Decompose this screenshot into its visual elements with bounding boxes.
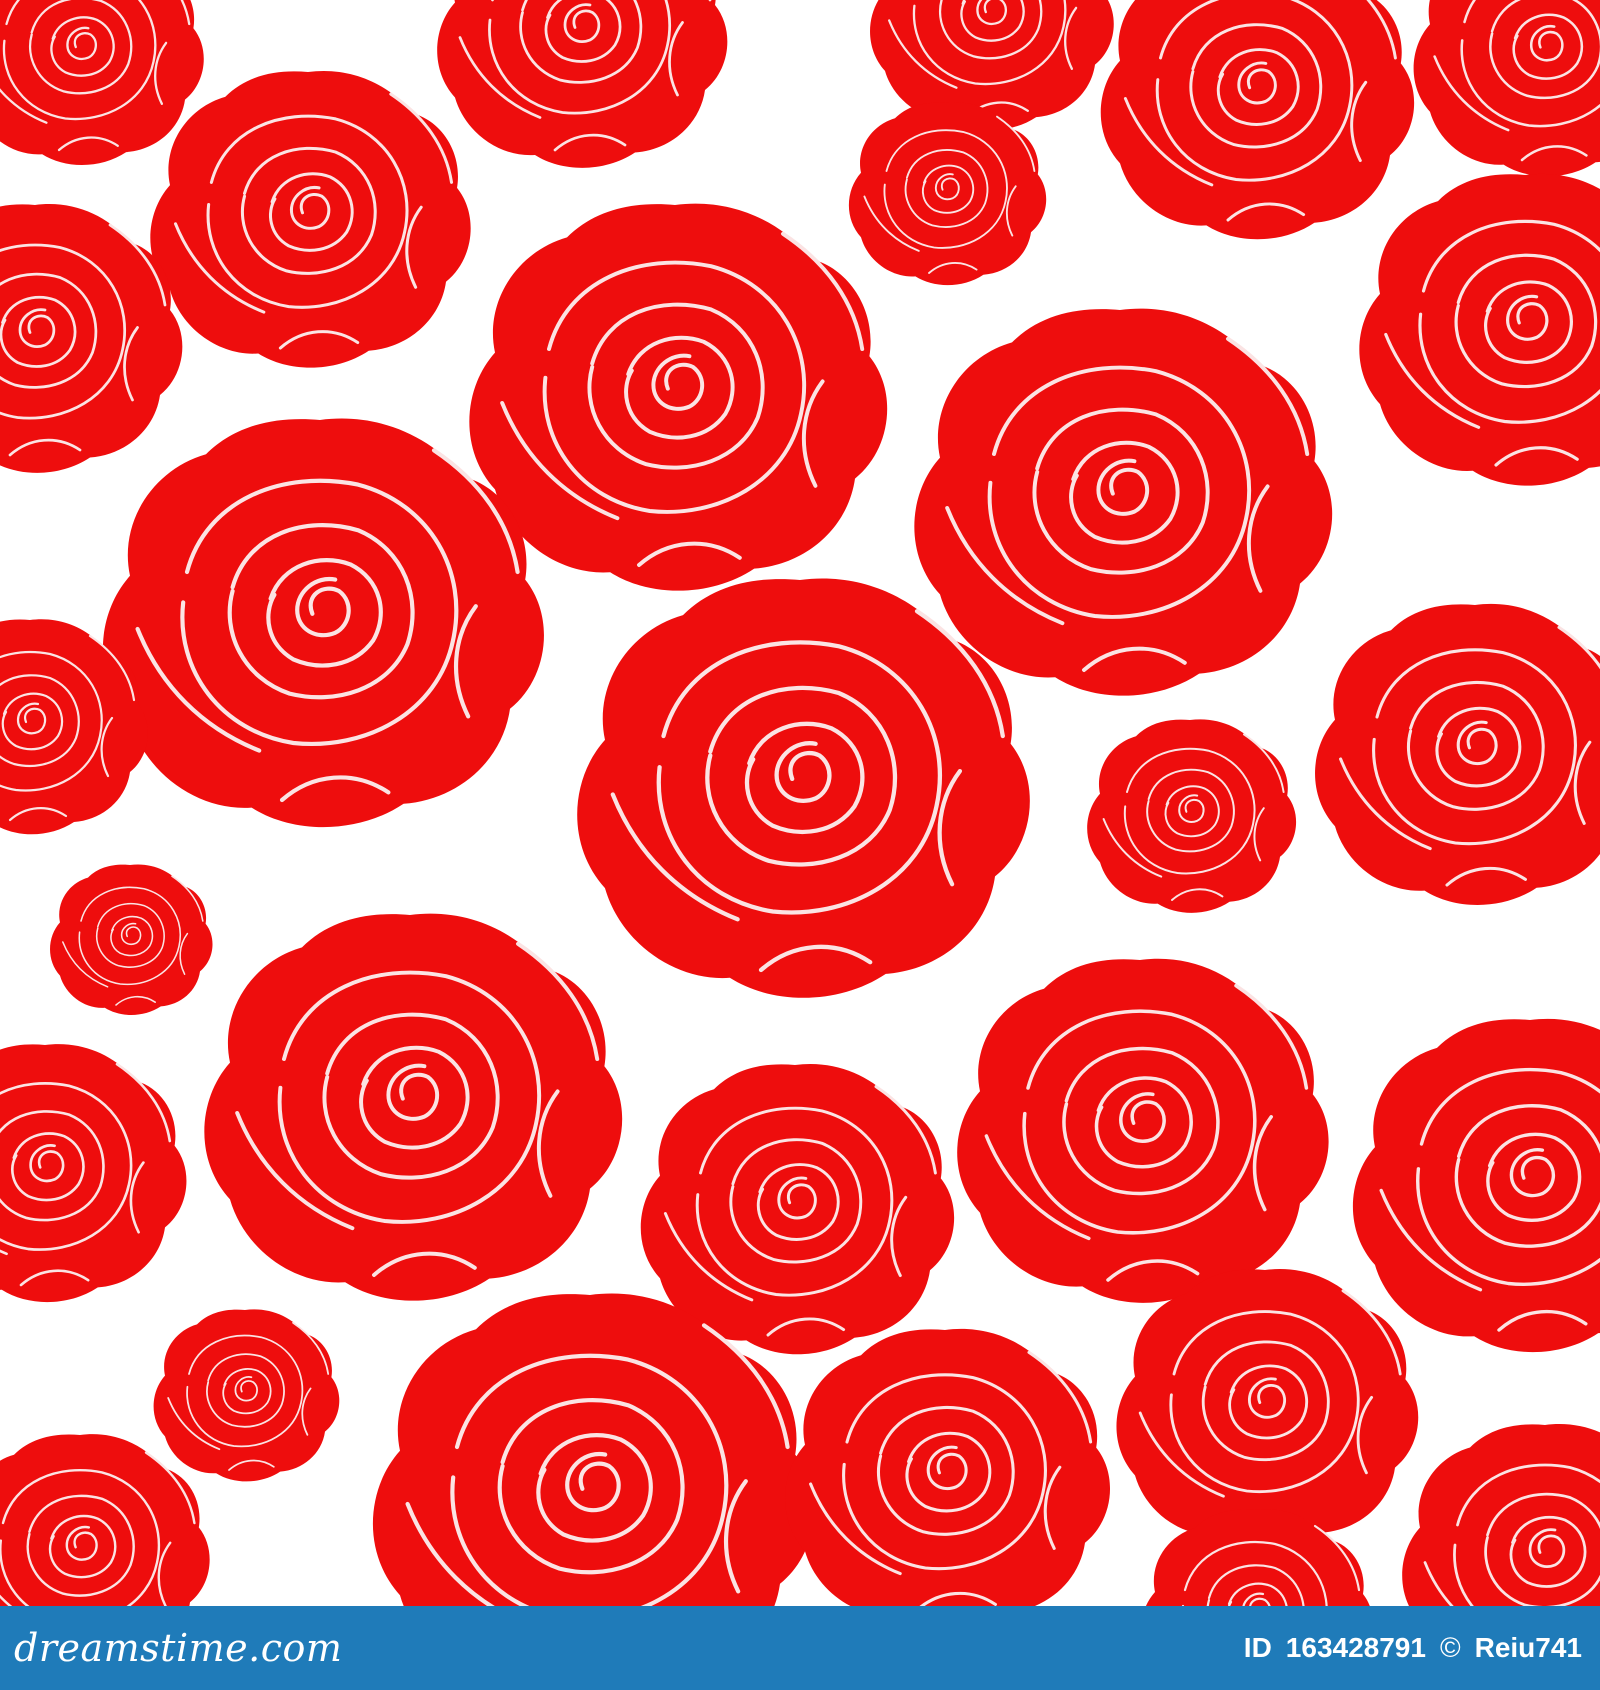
id-value: 163428791	[1285, 1632, 1426, 1663]
author-name[interactable]: Reiu741	[1475, 1632, 1582, 1664]
rose-cluster	[0, 0, 1600, 1606]
id-label: ID	[1243, 1632, 1272, 1663]
copyright-icon: ©	[1439, 1632, 1461, 1663]
rose-pattern-svg	[0, 0, 1600, 1606]
brand-name: dreamstime.com	[14, 1626, 343, 1670]
rose-pattern	[0, 0, 1600, 1606]
dreamstime-logo[interactable]: dreamstime.com	[14, 1626, 342, 1670]
image-meta: ID 163428791 © Reiu741	[1244, 1632, 1582, 1664]
footer-bar: dreamstime.com ID 163428791 © Reiu741	[0, 1606, 1600, 1690]
